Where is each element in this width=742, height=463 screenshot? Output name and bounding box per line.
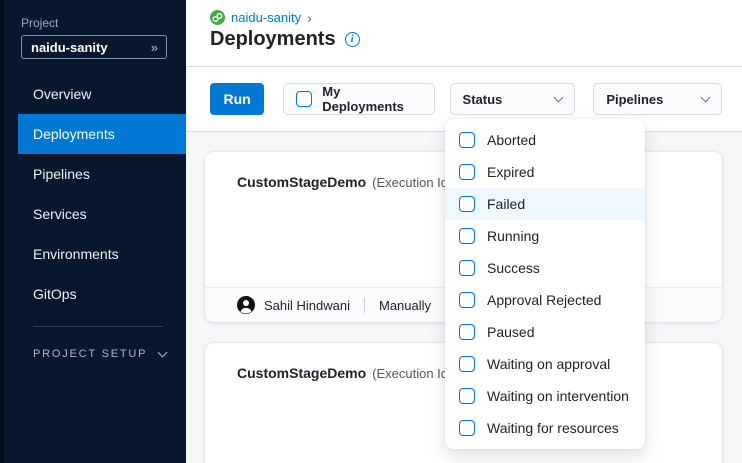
sidebar-item-pipelines[interactable]: Pipelines [18, 154, 186, 194]
status-option-label: Approval Rejected [487, 292, 601, 308]
status-option-waiting-on-approval[interactable]: Waiting on approval [445, 348, 645, 380]
status-option-waiting-for-resources[interactable]: Waiting for resources [445, 412, 645, 444]
double-chevron-right-icon[interactable]: » [151, 40, 157, 55]
sidebar-item-deployments[interactable]: Deployments [18, 114, 186, 154]
status-filter-label: Status [463, 92, 503, 107]
sidebar-item-environments[interactable]: Environments [18, 234, 186, 274]
checkbox-icon[interactable] [459, 228, 475, 244]
checkbox-icon[interactable] [459, 292, 475, 308]
status-option-label: Waiting on approval [487, 356, 610, 372]
status-option-expired[interactable]: Expired [445, 156, 645, 188]
project-selector[interactable]: naidu-sanity » [21, 35, 167, 59]
project-name: naidu-sanity [31, 40, 108, 55]
checkbox-icon[interactable] [459, 420, 475, 436]
status-option-failed[interactable]: Failed [445, 188, 645, 220]
my-deployments-label: My Deployments [322, 84, 421, 114]
pipelines-filter-label: Pipelines [606, 92, 663, 107]
checkbox-icon[interactable] [459, 324, 475, 340]
chevron-down-icon [701, 92, 711, 102]
checkbox-icon[interactable] [459, 164, 475, 180]
sidebar-divider [33, 326, 163, 327]
status-option-label: Paused [487, 324, 534, 340]
checkbox-icon[interactable] [296, 91, 312, 107]
breadcrumb-project-link[interactable]: naidu-sanity [231, 10, 301, 25]
status-filter-dropdown: Aborted Expired Failed Running Success A… [445, 119, 645, 449]
sidebar-item-gitops[interactable]: GitOps [18, 274, 186, 314]
my-deployments-toggle[interactable]: My Deployments [283, 83, 434, 115]
status-option-label: Waiting on intervention [487, 388, 629, 404]
triggered-by-user: Sahil Hindwani [264, 298, 350, 313]
status-option-aborted[interactable]: Aborted [445, 124, 645, 156]
status-option-running[interactable]: Running [445, 220, 645, 252]
checkbox-icon[interactable] [459, 260, 475, 276]
status-option-label: Success [487, 260, 540, 276]
pipeline-name[interactable]: CustomStageDemo [237, 174, 366, 190]
status-filter-select[interactable]: Status [450, 83, 576, 115]
chevron-down-icon [158, 347, 168, 357]
status-option-label: Aborted [487, 132, 536, 148]
checkbox-icon[interactable] [459, 132, 475, 148]
app-root: Project naidu-sanity » Overview Deployme… [0, 0, 742, 463]
status-option-paused[interactable]: Paused [445, 316, 645, 348]
project-sidebar: Project naidu-sanity » Overview Deployme… [4, 0, 186, 463]
status-option-label: Expired [487, 164, 534, 180]
execution-id-text: (Execution Id [372, 366, 448, 381]
trigger-type: Manually [379, 298, 431, 313]
run-button[interactable]: Run [210, 83, 264, 115]
checkbox-icon[interactable] [459, 388, 475, 404]
sidebar-item-overview[interactable]: Overview [18, 74, 186, 114]
status-option-waiting-on-intervention[interactable]: Waiting on intervention [445, 380, 645, 412]
checkbox-icon[interactable] [459, 356, 475, 372]
breadcrumb: naidu-sanity › [210, 10, 742, 25]
cd-module-icon [210, 10, 225, 25]
pipelines-filter-select[interactable]: Pipelines [593, 83, 722, 115]
status-option-label: Running [487, 228, 539, 244]
sidebar-item-services[interactable]: Services [18, 194, 186, 234]
project-setup-label: PROJECT SETUP [33, 348, 147, 360]
user-avatar-icon [237, 296, 255, 314]
status-option-label: Waiting for resources [487, 420, 619, 436]
status-option-approval-rejected[interactable]: Approval Rejected [445, 284, 645, 316]
sidebar-section-project-setup[interactable]: PROJECT SETUP [33, 348, 186, 360]
sidebar-nav: Overview Deployments Pipelines Services … [4, 74, 186, 314]
chevron-down-icon [554, 92, 564, 102]
footer-divider [364, 298, 365, 313]
status-option-label: Failed [487, 196, 525, 212]
page-header: naidu-sanity › Deployments i [186, 0, 742, 67]
info-icon[interactable]: i [345, 32, 360, 47]
pipeline-name[interactable]: CustomStageDemo [237, 365, 366, 381]
status-option-success[interactable]: Success [445, 252, 645, 284]
page-title: Deployments [210, 28, 336, 51]
project-label: Project [21, 16, 186, 30]
chevron-right-icon: › [307, 11, 312, 25]
checkbox-icon[interactable] [459, 196, 475, 212]
execution-id-text: (Execution Id [372, 175, 448, 190]
title-row: Deployments i [210, 28, 742, 51]
